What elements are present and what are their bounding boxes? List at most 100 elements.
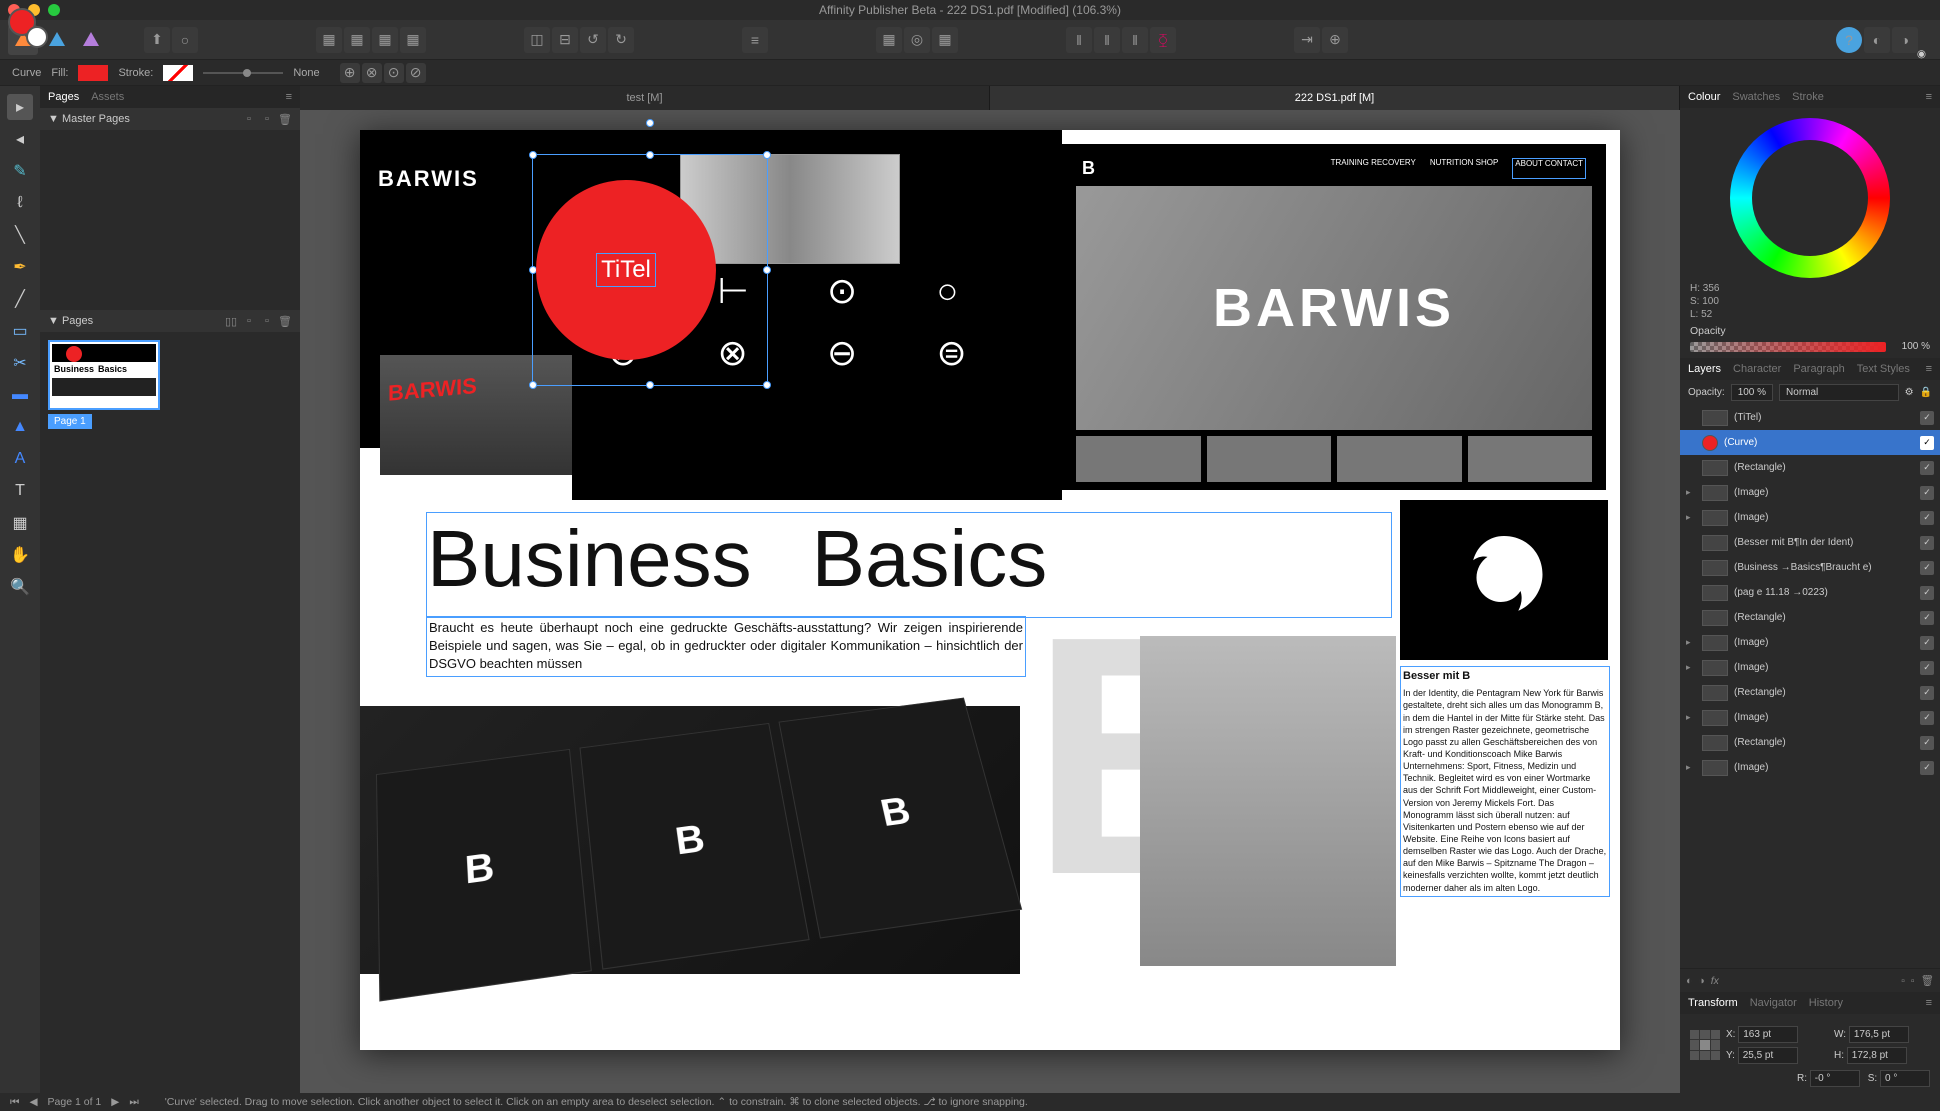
- tab-textstyles[interactable]: Text Styles: [1857, 363, 1910, 375]
- layer-row[interactable]: (pag e 11.18 →0223)✓: [1680, 580, 1940, 605]
- pen-tool[interactable]: ✒: [7, 254, 33, 280]
- adjust-icon[interactable]: ◑: [1698, 975, 1704, 987]
- w-field[interactable]: [1849, 1026, 1909, 1043]
- rectangle-tool[interactable]: ▬: [7, 382, 33, 408]
- ctx-icon-1[interactable]: ⊕: [340, 63, 360, 83]
- colour-picker-tool[interactable]: ✎: [7, 158, 33, 184]
- layer-row[interactable]: (Rectangle)✓: [1680, 680, 1940, 705]
- node-tool[interactable]: ◂: [7, 126, 33, 152]
- tab-pages[interactable]: Pages: [48, 91, 79, 103]
- page-spread[interactable]: BARWIS ⊕ ⊢ ⊙ ○ ⊘ ⊗ ⊖ ⊜: [360, 130, 1620, 1050]
- rotate-ccw-icon[interactable]: ↺: [580, 27, 606, 53]
- layers-menu-icon[interactable]: ≡: [1926, 363, 1932, 375]
- guides-icon[interactable]: ‖: [1066, 27, 1092, 53]
- s-field[interactable]: [1880, 1070, 1930, 1087]
- add-master-icon[interactable]: ▫: [242, 112, 256, 126]
- tab-layers[interactable]: Layers: [1688, 363, 1721, 375]
- align-icon[interactable]: ≡: [742, 27, 768, 53]
- move-tool[interactable]: ▸: [7, 94, 33, 120]
- doc-tab-1[interactable]: test [M]: [300, 86, 990, 110]
- y-field[interactable]: [1738, 1047, 1798, 1064]
- tab-history[interactable]: History: [1809, 997, 1843, 1009]
- colour-menu-icon[interactable]: ≡: [1926, 91, 1932, 103]
- ctx-icon-2[interactable]: ⊗: [362, 63, 382, 83]
- layer-row[interactable]: (TiTel)✓: [1680, 405, 1940, 430]
- anchor-widget[interactable]: [1690, 1030, 1720, 1060]
- tab-transform[interactable]: Transform: [1688, 997, 1738, 1009]
- brush-tool[interactable]: ╲: [7, 222, 33, 248]
- check-icon[interactable]: ○: [172, 27, 198, 53]
- arrange-front-icon[interactable]: ▦: [400, 27, 426, 53]
- layer-row[interactable]: (Business →Basics¶Braucht e)✓: [1680, 555, 1940, 580]
- pages-header[interactable]: ▼ Pages ▯▯▫▫🗑: [40, 310, 300, 332]
- flip-h-icon[interactable]: ◫: [524, 27, 550, 53]
- tab-colour[interactable]: Colour: [1688, 91, 1720, 103]
- layer-row[interactable]: (Rectangle)✓: [1680, 455, 1940, 480]
- photo-persona[interactable]: [76, 25, 106, 55]
- insert-inside-icon[interactable]: ⊕: [1322, 27, 1348, 53]
- mask-icon[interactable]: ◐: [1686, 975, 1692, 987]
- business-cards-image[interactable]: B B B: [360, 706, 1020, 974]
- h-field[interactable]: [1847, 1047, 1907, 1064]
- dragon-logo-block[interactable]: [1400, 500, 1608, 660]
- delete-master-icon[interactable]: 🗑: [278, 112, 292, 126]
- doc-tab-2[interactable]: 222 DS1.pdf [M]: [990, 86, 1680, 110]
- master-pages-header[interactable]: ▼ Master Pages ▫▫🗑: [40, 108, 300, 130]
- text-tool[interactable]: ℓ: [7, 190, 33, 216]
- tab-navigator[interactable]: Navigator: [1750, 997, 1797, 1009]
- preflight-icon[interactable]: ⬆: [144, 27, 170, 53]
- image-tool[interactable]: ▭: [7, 318, 33, 344]
- spread-view-icon[interactable]: ▯▯: [224, 314, 238, 328]
- sync-icon[interactable]: ◑: [1892, 27, 1918, 53]
- grid-view-icon[interactable]: ▫: [260, 112, 274, 126]
- shape-tool[interactable]: ▲: [7, 414, 33, 440]
- delete-page-icon[interactable]: 🗑: [278, 314, 292, 328]
- page-nav-first-icon[interactable]: ⏮: [10, 1096, 19, 1109]
- guides3-icon[interactable]: ‖: [1122, 27, 1148, 53]
- rotate-cw-icon[interactable]: ↻: [608, 27, 634, 53]
- page-nav-next-icon[interactable]: ▶: [111, 1096, 119, 1108]
- stroke-swatch-large[interactable]: [26, 26, 48, 48]
- tab-character[interactable]: Character: [1733, 363, 1781, 375]
- snap-icon[interactable]: ◎: [904, 27, 930, 53]
- fill-stroke-swatches[interactable]: [8, 8, 36, 36]
- page-nav-prev-icon[interactable]: ◀: [29, 1096, 37, 1108]
- arrange-forward-icon[interactable]: ▦: [372, 27, 398, 53]
- r-field[interactable]: [1810, 1070, 1860, 1087]
- insert-target-icon[interactable]: ⇥: [1294, 27, 1320, 53]
- maximize-window[interactable]: [48, 4, 60, 16]
- layer-row[interactable]: ▸(Image)✓: [1680, 630, 1940, 655]
- frame-text-tool[interactable]: T: [7, 478, 33, 504]
- layer-row[interactable]: (Curve)✓: [1680, 430, 1940, 455]
- transform-menu-icon[interactable]: ≡: [1926, 997, 1932, 1009]
- magnet-icon[interactable]: ⧲: [1150, 27, 1176, 53]
- blend-mode-select[interactable]: Normal: [1779, 384, 1899, 401]
- artistic-text-tool[interactable]: A: [7, 446, 33, 472]
- panel-menu-icon[interactable]: ≡: [286, 91, 292, 103]
- layer-row[interactable]: ▸(Image)✓: [1680, 755, 1940, 780]
- layer-row[interactable]: ▸(Image)✓: [1680, 655, 1940, 680]
- x-field[interactable]: [1738, 1026, 1798, 1043]
- zoom-tool[interactable]: 🔍: [7, 574, 33, 600]
- tab-swatches[interactable]: Swatches: [1732, 91, 1780, 103]
- gear-icon[interactable]: ⚙: [1905, 387, 1914, 398]
- add-layer-icon[interactable]: ▫: [1901, 975, 1905, 987]
- layer-row[interactable]: ▸(Image)✓: [1680, 480, 1940, 505]
- red-circle-curve[interactable]: TiTel: [536, 180, 716, 360]
- body-text-frame[interactable]: Braucht es heute überhaupt noch eine ged…: [426, 616, 1026, 677]
- side-text-frame[interactable]: Besser mit B In der Identity, die Pentag…: [1400, 666, 1610, 897]
- stroke-width-slider[interactable]: [203, 72, 283, 74]
- athlete-photo[interactable]: [1140, 636, 1396, 966]
- arrange-backward-icon[interactable]: ▦: [344, 27, 370, 53]
- stroke-swatch[interactable]: [163, 65, 193, 81]
- baseline-grid-icon[interactable]: ▦: [876, 27, 902, 53]
- layer-opacity-value[interactable]: 100 %: [1731, 384, 1773, 401]
- layer-row[interactable]: (Rectangle)✓: [1680, 605, 1940, 630]
- layer-row[interactable]: (Besser mit B¶In der Ident)✓: [1680, 530, 1940, 555]
- ctx-icon-4[interactable]: ⊘: [406, 63, 426, 83]
- ctx-icon-3[interactable]: ⊙: [384, 63, 404, 83]
- guides2-icon[interactable]: ‖: [1094, 27, 1120, 53]
- crop-tool[interactable]: ✂: [7, 350, 33, 376]
- flip-v-icon[interactable]: ⊟: [552, 27, 578, 53]
- lock-icon[interactable]: 🔒: [1920, 387, 1932, 398]
